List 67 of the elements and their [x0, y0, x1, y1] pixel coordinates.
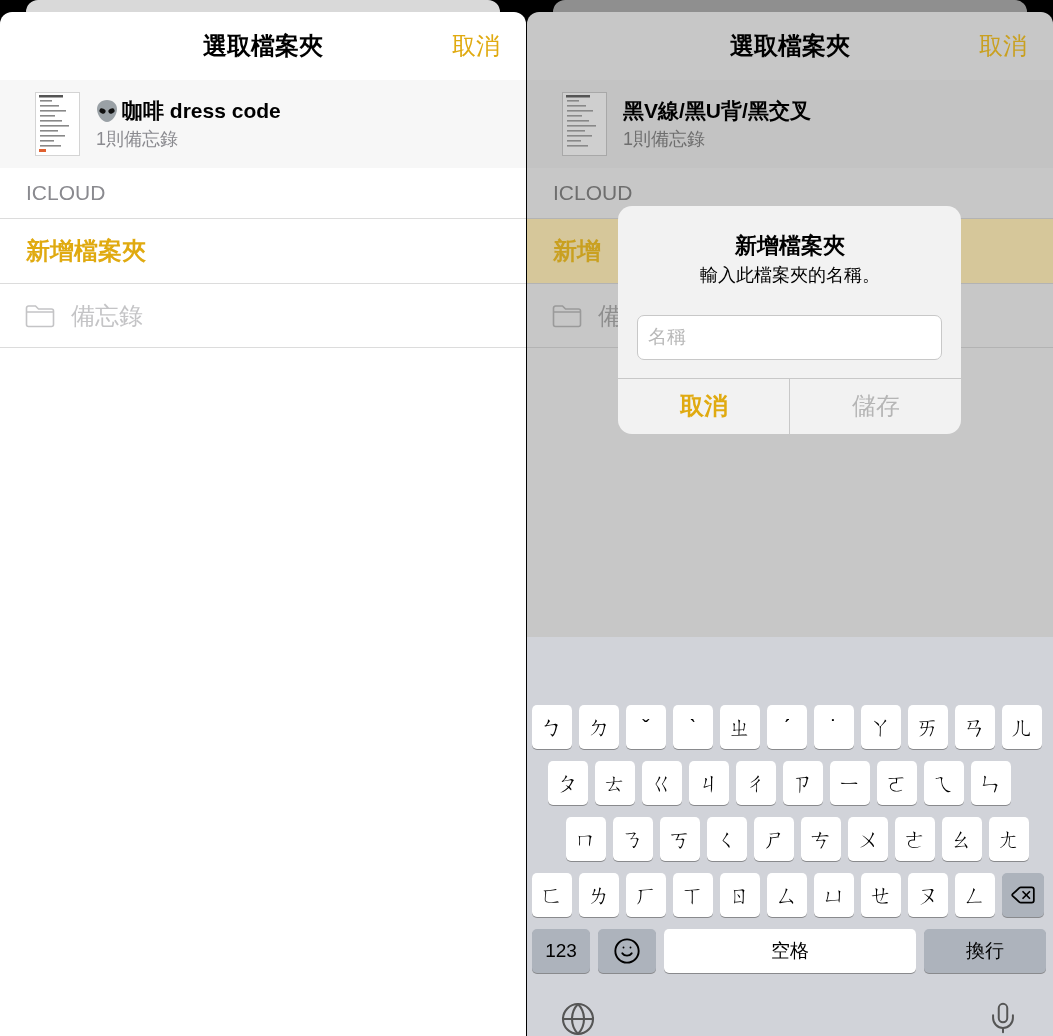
keyboard-key[interactable]: ㄟ	[924, 761, 964, 805]
keyboard-key[interactable]: ㄝ	[861, 873, 901, 917]
keyboard-key[interactable]: ˙	[814, 705, 854, 749]
section-header: ICLOUD	[553, 180, 633, 207]
emoji-icon	[613, 937, 641, 965]
sheet-title: 選取檔案夾	[730, 31, 850, 61]
note-count: 1則備忘錄	[623, 128, 706, 152]
keyboard-key[interactable]: ㄣ	[971, 761, 1011, 805]
name-field[interactable]: 名稱	[637, 314, 942, 360]
new-folder-label: 新增	[553, 236, 601, 266]
keyboard-key[interactable]: ㄆ	[548, 761, 588, 805]
numbers-key[interactable]: 123	[532, 929, 590, 973]
emoji-key[interactable]	[598, 929, 656, 973]
note-title: 黑V線/黑U背/黑交叉	[623, 97, 811, 124]
note-title: 咖啡 dress code	[122, 97, 281, 124]
space-key[interactable]: 空格	[664, 929, 916, 973]
keyboard-key[interactable]: ˇ	[626, 705, 666, 749]
keyboard-key[interactable]: ㄏ	[626, 873, 666, 917]
keyboard-key[interactable]: ㄤ	[989, 817, 1029, 861]
keyboard-key[interactable]: ㄔ	[736, 761, 776, 805]
sheet-title: 選取檔案夾	[203, 31, 323, 61]
keyboard-key[interactable]: ㄦ	[1002, 705, 1042, 749]
keyboard-key[interactable]: ˊ	[767, 705, 807, 749]
alien-icon	[96, 98, 118, 123]
keyboard-key[interactable]: ㄈ	[532, 873, 572, 917]
keyboard-key[interactable]: ㄜ	[895, 817, 935, 861]
keyboard-key[interactable]: ˋ	[673, 705, 713, 749]
keyboard-key[interactable]: ㄇ	[566, 817, 606, 861]
section-header: ICLOUD	[26, 180, 106, 207]
keyboard-key[interactable]: ㄡ	[908, 873, 948, 917]
keyboard-key[interactable]: ㄑ	[707, 817, 747, 861]
note-thumbnail	[562, 92, 607, 156]
return-key[interactable]: 換行	[924, 929, 1046, 973]
folder-icon	[552, 303, 582, 328]
keyboard-key[interactable]: ㄉ	[579, 705, 619, 749]
keyboard-key[interactable]: ㄊ	[595, 761, 635, 805]
dialog-message: 輸入此檔案夾的名稱。	[699, 263, 880, 287]
folder-name: 備忘錄	[71, 300, 143, 331]
note-count: 1則備忘錄	[96, 128, 179, 152]
keyboard-key[interactable]: ㄧ	[830, 761, 870, 805]
dialog-title: 新增檔案夾	[734, 232, 845, 260]
keyboard-key[interactable]: ㄛ	[877, 761, 917, 805]
keyboard-key[interactable]: ㄕ	[754, 817, 794, 861]
keyboard-key[interactable]: ㄚ	[861, 705, 901, 749]
note-thumbnail	[35, 92, 80, 156]
keyboard-key[interactable]: ㄘ	[801, 817, 841, 861]
keyboard-key[interactable]: ㄅ	[532, 705, 572, 749]
keyboard-key[interactable]: ㄋ	[613, 817, 653, 861]
keyboard-key[interactable]: ㄙ	[767, 873, 807, 917]
keyboard-key[interactable]: ㄐ	[689, 761, 729, 805]
new-folder-label: 新增檔案夾	[26, 236, 146, 266]
delete-key[interactable]	[1002, 873, 1044, 917]
keyboard-key[interactable]: ㄥ	[955, 873, 995, 917]
keyboard-key[interactable]: ㄖ	[720, 873, 760, 917]
keyboard-key[interactable]: ㄓ	[720, 705, 760, 749]
keyboard-key[interactable]: ㄠ	[942, 817, 982, 861]
globe-icon[interactable]	[560, 1001, 596, 1036]
keyboard-key[interactable]: ㄌ	[579, 873, 619, 917]
keyboard-key[interactable]: ㄗ	[783, 761, 823, 805]
keyboard-key[interactable]: ㄎ	[660, 817, 700, 861]
keyboard-key[interactable]: ㄒ	[673, 873, 713, 917]
keyboard-key[interactable]: ㄢ	[955, 705, 995, 749]
keyboard-key[interactable]: ㄨ	[848, 817, 888, 861]
keyboard-key[interactable]: ㄩ	[814, 873, 854, 917]
keyboard-key[interactable]: ㄞ	[908, 705, 948, 749]
keyboard-key[interactable]: ㄍ	[642, 761, 682, 805]
folder-icon	[25, 303, 55, 328]
